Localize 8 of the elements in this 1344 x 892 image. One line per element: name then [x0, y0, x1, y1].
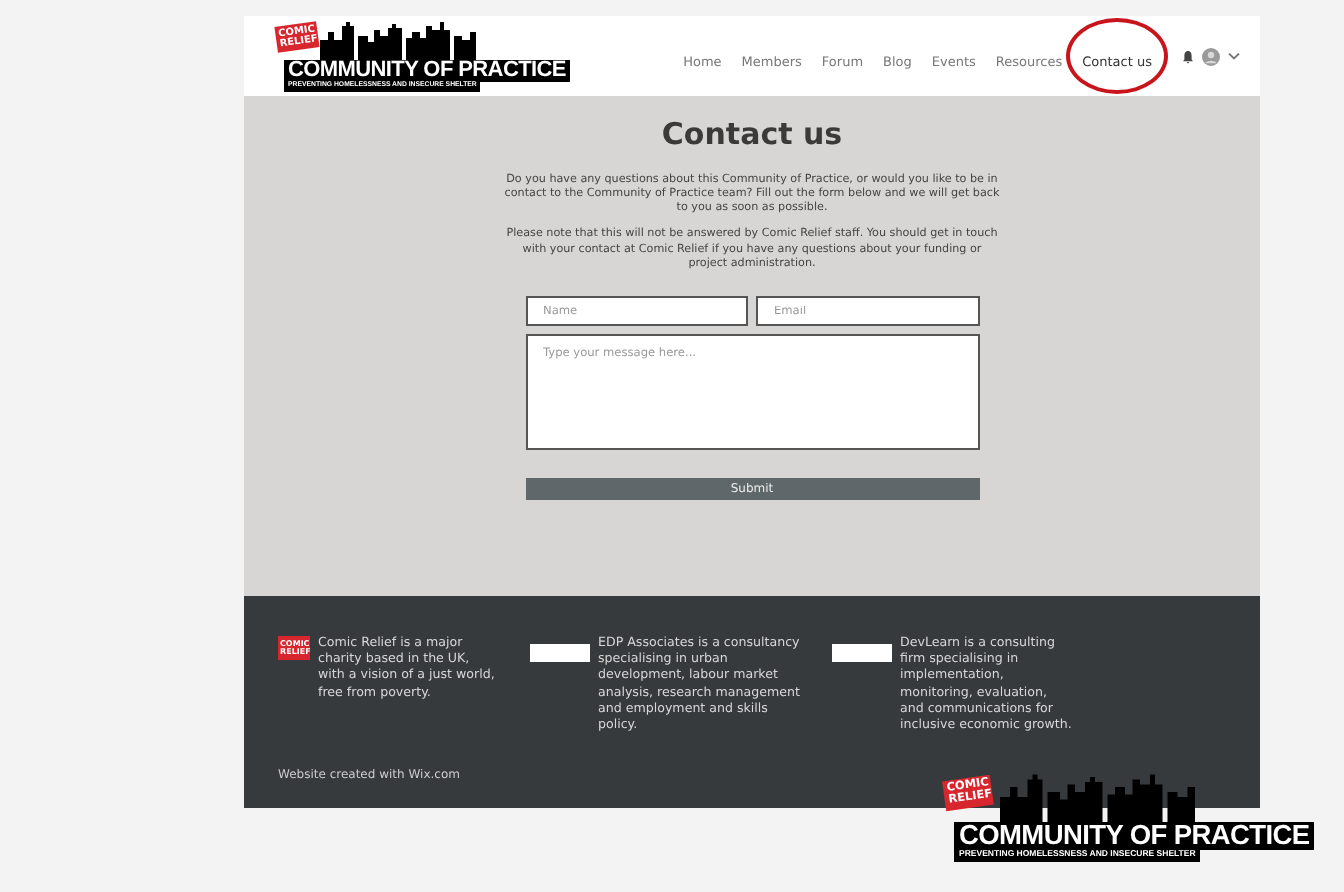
partner-logo: [832, 644, 892, 662]
logo-title: COMMUNITY OF PRACTICE: [284, 60, 570, 83]
partner-logo: [530, 644, 590, 662]
avatar-icon[interactable]: [1202, 47, 1220, 65]
page-title: Contact us: [659, 114, 845, 156]
chevron-down-icon[interactable]: [1228, 52, 1240, 60]
bell-icon[interactable]: [1182, 49, 1194, 63]
logo-title: COMMUNITY OF PRACTICE: [954, 822, 1315, 850]
